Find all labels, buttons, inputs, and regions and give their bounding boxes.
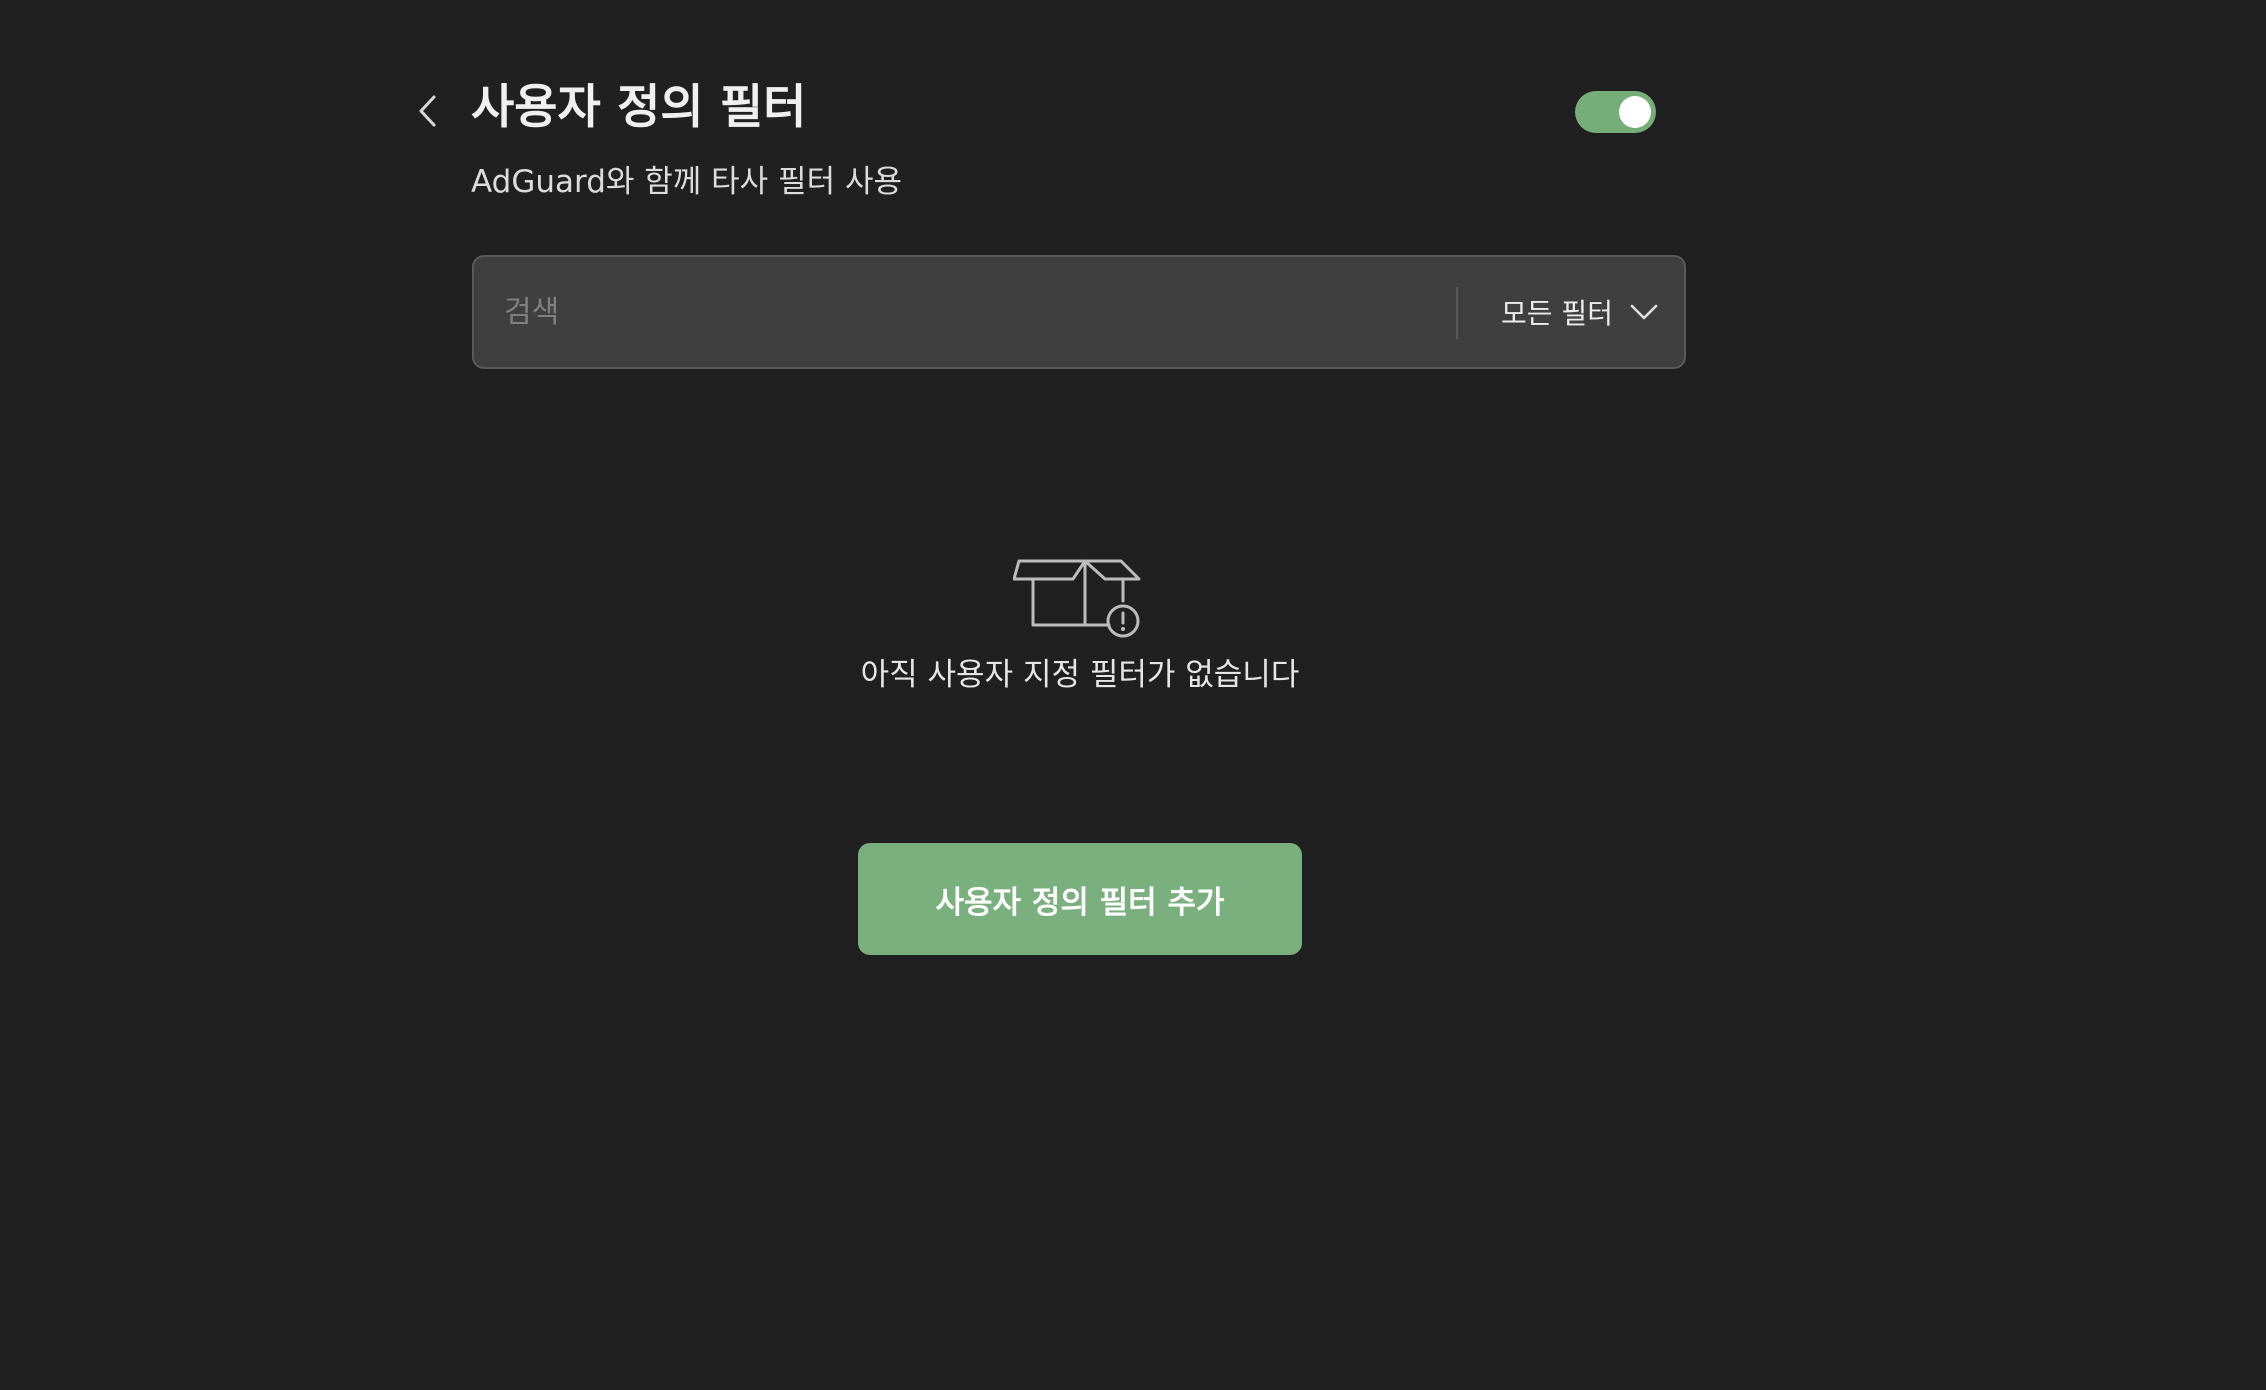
page-title: 사용자 정의 필터 (471, 80, 807, 135)
back-button[interactable] (405, 88, 451, 134)
empty-state-message: 아직 사용자 지정 필터가 없습니다 (860, 657, 1300, 693)
chevron-left-icon (419, 95, 436, 127)
add-custom-filter-button[interactable]: 사용자 정의 필터 추가 (858, 843, 1302, 955)
search-divider (1456, 287, 1458, 339)
toggle-knob (1619, 96, 1651, 128)
filter-type-dropdown[interactable]: 모든 필터 (1474, 257, 1686, 367)
search-bar: 모든 필터 (472, 255, 1686, 369)
empty-box-icon (1013, 559, 1141, 638)
filter-type-selected: 모든 필터 (1501, 297, 1613, 330)
page-subtitle: AdGuard와 함께 타사 필터 사용 (471, 164, 902, 200)
search-input[interactable] (504, 257, 1424, 367)
chevron-down-icon (1630, 304, 1658, 320)
custom-filters-toggle[interactable] (1575, 91, 1656, 133)
